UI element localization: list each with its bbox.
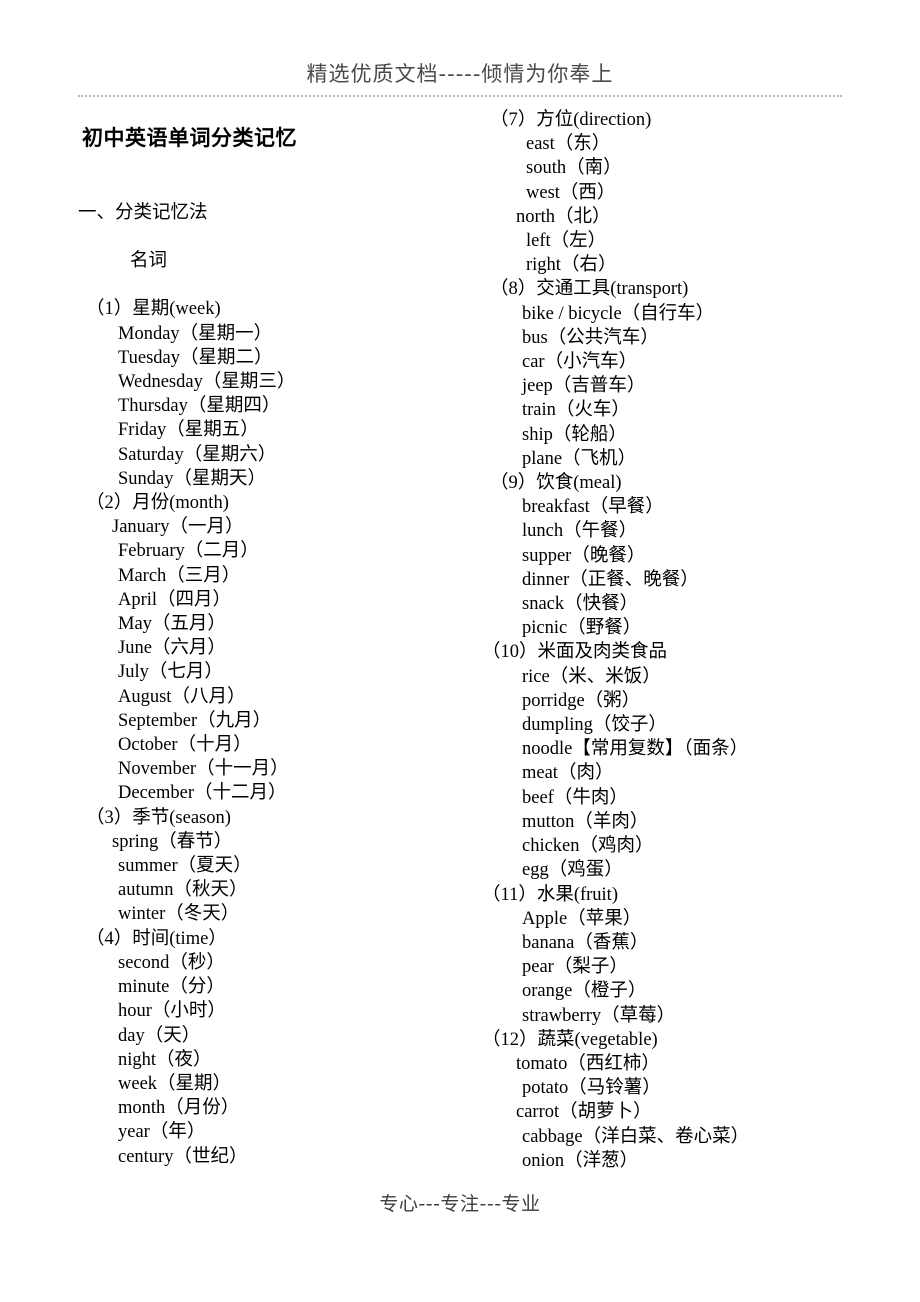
word-entry: bike / bicycle（自行车） <box>522 303 715 324</box>
word-entry: November（十一月） <box>118 759 289 780</box>
word-entry: September（九月） <box>118 710 272 731</box>
word-entry: summer（夏天） <box>118 856 252 877</box>
word-entry: east（东） <box>526 134 611 155</box>
word-entry: carrot（胡萝卜） <box>516 1102 652 1123</box>
word-entry: beef（牛肉） <box>522 787 628 808</box>
word-entry: cabbage（洋白菜、卷心菜） <box>522 1126 750 1147</box>
word-entry: dinner（正餐、晚餐） <box>522 569 699 590</box>
header-watermark-text: 精选优质文档-----倾情为你奉上 <box>306 62 614 86</box>
document-footer: 专心---专注---专业 <box>0 1189 920 1216</box>
group-heading-season: （3）季节(season) <box>86 807 231 828</box>
word-entry: year（年） <box>118 1122 206 1143</box>
group-heading-staple-meat: （10）米面及肉类食品 <box>482 642 668 663</box>
right-column: （7）方位(direction) east（东） south（南） west（西… <box>482 108 902 1173</box>
word-entry: lunch（午餐） <box>522 521 638 542</box>
word-entry: orange（橙子） <box>522 981 647 1002</box>
word-entry: egg（鸡蛋） <box>522 860 623 881</box>
word-entry: Thursday（星期四） <box>118 396 281 417</box>
word-entry: bus（公共汽车） <box>522 327 659 348</box>
word-entry: winter（冬天） <box>118 904 240 925</box>
word-entry: August（八月） <box>118 686 246 707</box>
word-entry: potato（马铃薯） <box>522 1078 661 1099</box>
word-entry: dumpling（饺子） <box>522 715 667 736</box>
word-entry: Saturday（星期六） <box>118 444 277 465</box>
word-entry: breakfast（早餐） <box>522 497 664 518</box>
word-entry: jeep（吉普车） <box>522 376 646 397</box>
document-header: 精选优质文档-----倾情为你奉上 <box>0 58 920 88</box>
word-entry: February（二月） <box>118 541 259 562</box>
word-entry: week（星期） <box>118 1073 232 1094</box>
group-heading-week: （1）星期(week) <box>86 299 221 320</box>
word-entry: snack（快餐） <box>522 594 639 615</box>
word-entry: car（小汽车） <box>522 352 638 373</box>
word-entry: tomato（西红柿） <box>516 1053 660 1074</box>
group-heading-meal: （9）饮食(meal) <box>490 473 622 494</box>
word-entry: picnic（野餐） <box>522 618 642 639</box>
word-entry: March（三月） <box>118 565 241 586</box>
left-column: 一、分类记忆法 名词 （1）星期(week) Monday（星期一） Tuesd… <box>78 108 478 1169</box>
word-entry: January（一月） <box>112 517 244 538</box>
word-entry: day（天） <box>118 1025 201 1046</box>
word-entry: minute（分） <box>118 977 225 998</box>
word-entry: Tuesday（星期二） <box>118 347 273 368</box>
word-entry: century（世纪） <box>118 1146 248 1167</box>
word-entry: July（七月） <box>118 662 223 683</box>
section-subheading: 名词 <box>130 251 168 272</box>
word-entry: noodle【常用复数】（面条） <box>522 739 749 760</box>
word-entry: Sunday（星期天） <box>118 468 267 489</box>
word-entry: month（月份） <box>118 1098 240 1119</box>
word-entry: banana（香蕉） <box>522 932 649 953</box>
word-entry: onion（洋葱） <box>522 1150 639 1171</box>
word-entry: left（左） <box>526 231 607 252</box>
word-entry: west（西） <box>526 182 616 203</box>
word-entry: right（右） <box>526 255 617 276</box>
word-entry: pear（梨子） <box>522 957 628 978</box>
header-divider-rule <box>78 95 842 99</box>
word-entry: south（南） <box>526 158 622 179</box>
word-entry: supper（晚餐） <box>522 545 646 566</box>
word-entry: second（秒） <box>118 952 225 973</box>
group-heading-direction: （7）方位(direction) <box>490 110 652 130</box>
word-entry: October（十月） <box>118 735 252 756</box>
word-entry: ship（轮船） <box>522 424 627 445</box>
word-entry: spring（春节） <box>112 831 233 852</box>
group-heading-fruit: （11）水果(fruit) <box>482 884 618 905</box>
footer-watermark-text: 专心---专注---专业 <box>379 1193 541 1215</box>
word-entry: May（五月） <box>118 614 226 635</box>
word-entry: June（六月） <box>118 638 226 659</box>
word-entry: December（十二月） <box>118 783 287 804</box>
word-entry: night（夜） <box>118 1049 212 1070</box>
group-heading-month: （2）月份(month) <box>86 493 229 514</box>
group-heading-transport: （8）交通工具(transport) <box>490 279 689 300</box>
word-entry: Monday（星期一） <box>118 323 273 344</box>
word-entry: Apple（苹果） <box>522 908 642 929</box>
word-entry: porridge（粥） <box>522 690 641 711</box>
word-entry: autumn（秋天） <box>118 880 248 901</box>
word-entry: train（火车） <box>522 400 630 421</box>
group-heading-time: （4）时间(time） <box>86 928 227 949</box>
section-heading: 一、分类记忆法 <box>78 203 208 223</box>
group-heading-vegetable: （12）蔬菜(vegetable) <box>482 1029 658 1050</box>
word-entry: rice（米、米饭） <box>522 666 661 687</box>
word-entry: chicken（鸡肉） <box>522 836 654 857</box>
word-entry: hour（小时） <box>118 1001 226 1022</box>
word-entry: Friday（星期五） <box>118 420 259 441</box>
word-entry: north（北） <box>516 206 611 227</box>
word-entry: meat（肉） <box>522 763 614 784</box>
word-entry: plane（飞机） <box>522 448 637 469</box>
word-entry: April（四月） <box>118 589 232 610</box>
word-entry: strawberry（草莓） <box>522 1005 676 1026</box>
word-entry: mutton（羊肉） <box>522 811 649 832</box>
word-entry: Wednesday（星期三） <box>118 372 296 393</box>
